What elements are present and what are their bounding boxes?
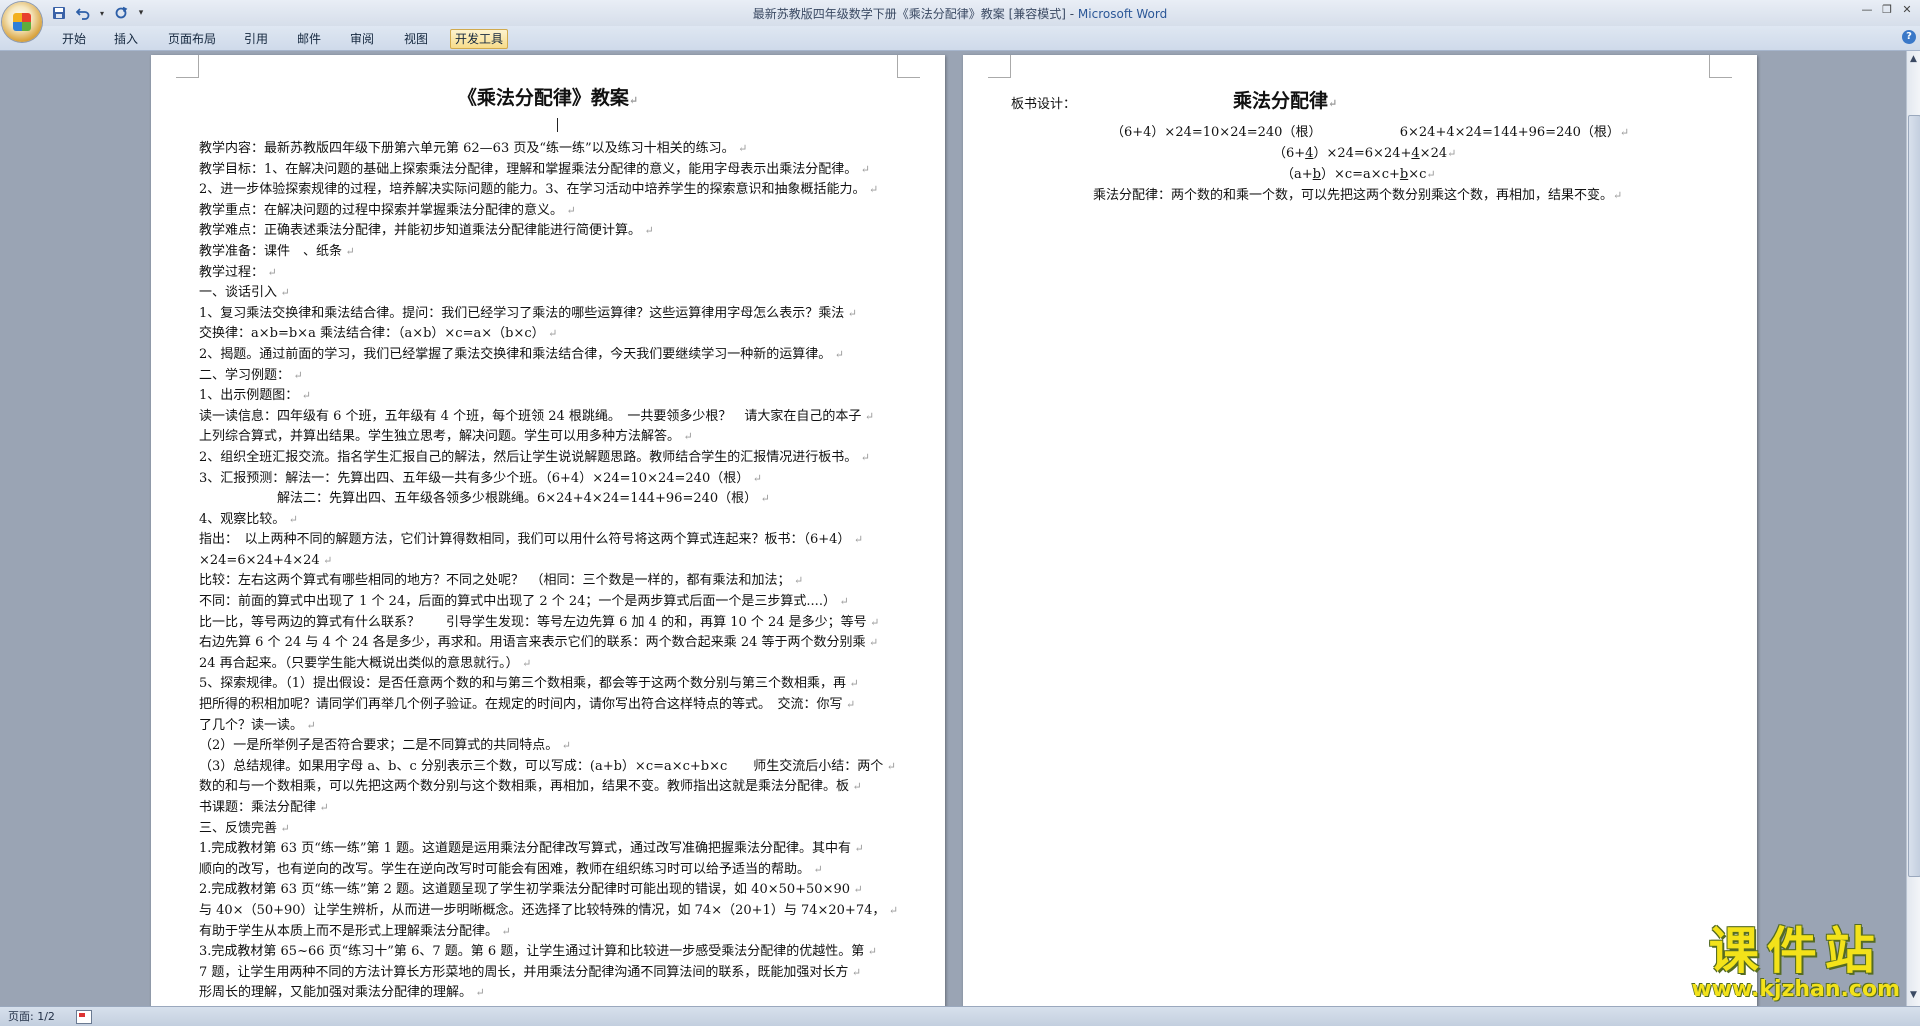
page-counter[interactable]: 页面: 1/2 <box>8 1007 55 1026</box>
document-body: 教学内容：最新苏教版四年级下册第六单元第 62—63 页及“练一练”以及练习十相… <box>199 139 899 1004</box>
watermark-text: 课件站 <box>1708 922 1883 980</box>
paragraph-line: 把所得的积相加呢？请同学们再举几个例子验证。在规定的时间内，请你写出符合这样特点… <box>199 697 856 713</box>
crop-mark <box>988 55 1011 78</box>
paragraph-line: 一、谈话引入 ↵ <box>199 285 290 301</box>
paragraph-line: 4、观察比较。 ↵ <box>199 511 298 527</box>
scroll-up-icon[interactable]: ▲ <box>1908 53 1919 66</box>
paragraph-line: 比一比，等号两边的算式有什么联系？ 引导学生发现：等号左边先算 6 加 4 的和… <box>199 614 880 630</box>
document-workspace: 《乘法分配律》教案↵ 教学内容：最新苏教版四年级下册第六单元第 62—63 页及… <box>0 51 1906 1015</box>
paragraph-line: （2）一是所举例子是否符合要求；二是不同算式的共同特点。 ↵ <box>199 738 571 754</box>
paragraph-line: 5、探索规律。（1）提出假设：是否任意两个数的和与第三个数相乘，都会等于这两个数… <box>199 676 859 692</box>
paragraph-line: 三、反馈完善 ↵ <box>199 820 290 836</box>
paragraph-line: 交换律：a×b=b×a 乘法结合律：（a×b）×c=a×（b×c） ↵ <box>199 326 558 342</box>
watermark-logo: 课件站 www.kjzhan.com <box>1691 924 1900 1002</box>
paragraph-line: 教学重点：在解决问题的过程中探索并掌握乘法分配律的意义。 ↵ <box>199 202 576 218</box>
restore-icon[interactable]: ❐ <box>1878 2 1896 18</box>
distributive-rule: 乘法分配律：两个数的和乘一个数，可以先把这两个数分别乘这个数，再相加，结果不变。… <box>1093 188 1623 203</box>
equation-line-1: （6+4）×24=10×24=240（根） 6×24+4×24=144+96=2… <box>1111 125 1630 140</box>
tab-mailings[interactable]: 邮件 <box>293 30 325 48</box>
status-bar: 页面: 1/2 <box>0 1006 1920 1026</box>
paragraph-line: 右边先算 6 个 24 与 4 个 24 各是多少，再求和。用语言来表示它们的联… <box>199 635 879 651</box>
crop-mark <box>1709 55 1732 78</box>
paragraph-line: 1、出示例题图： ↵ <box>199 388 311 404</box>
help-icon[interactable]: ? <box>1902 30 1916 44</box>
paragraph-line: 2.完成教材第 63 页“练一练”第 2 题。这道题呈现了学生初学乘法分配律时可… <box>199 882 863 898</box>
document-page-2[interactable]: 板书设计： 乘法分配律↵ （6+4）×24=10×24=240（根） 6×24+… <box>963 55 1757 1015</box>
equation-left: （6+4）×24=10×24=240（根） <box>1111 125 1322 140</box>
watermark-url: www.kjzhan.com <box>1691 977 1900 1002</box>
crop-mark <box>897 55 920 78</box>
paragraph-line: 有助于学生从本质上而不是形式上理解乘法分配律。 ↵ <box>199 923 511 939</box>
window-controls: — ❐ ✕ <box>1858 2 1916 18</box>
vertical-scrollbar[interactable]: ▲ ▼ <box>1906 51 1920 1006</box>
tab-view[interactable]: 视图 <box>400 30 432 48</box>
paragraph-line: 教学难点：正确表述乘法分配律，并能初步知道乘法分配律能进行简便计算。 ↵ <box>199 223 654 239</box>
paragraph-line: 二、学习例题： ↵ <box>199 367 303 383</box>
paragraph-line: 比较：左右这两个算式有哪些相同的地方？不同之处呢？ （相同：三个数是一样的，都有… <box>199 573 804 589</box>
app-name: Microsoft Word <box>1077 7 1168 21</box>
paragraph-line: 3、汇报预测：解法一：先算出四、五年级一共有多少个班。（6+4）×24=10×2… <box>199 470 762 486</box>
paragraph-line: 教学过程： ↵ <box>199 264 277 280</box>
window-title: 最新苏教版四年级数学下册《乘法分配律》教案 [兼容模式] - Microsoft… <box>0 5 1920 22</box>
tab-page-layout[interactable]: 页面布局 <box>164 30 220 48</box>
board-design-label: 板书设计： <box>1011 97 1077 112</box>
board-title: 乘法分配律↵ <box>1233 90 1338 112</box>
equation-line-2: （6+4）×24=6×24+4×24↵ <box>1273 146 1457 161</box>
paragraph-line: 形周长的理解，又能加强对乘法分配律的理解。 ↵ <box>199 985 485 1001</box>
paragraph-line: 2、组织全班汇报交流。指名学生汇报自己的解法，然后让学生说说解题思路。教师结合学… <box>199 449 870 465</box>
text-cursor <box>557 118 558 132</box>
paragraph-line: 读一读信息：四年级有 6 个班，五年级有 4 个班，每个班领 24 根跳绳。 一… <box>199 408 875 424</box>
tab-references[interactable]: 引用 <box>240 30 272 48</box>
paragraph-line: ×24=6×24+4×24 ↵ <box>199 552 333 568</box>
scroll-down-icon[interactable]: ▼ <box>1908 989 1919 1002</box>
equation-line-3: （a+b）×c=a×c+b×c↵ <box>1281 167 1436 182</box>
paragraph-line: （3）总结规律。如果用字母 a、b、c 分别表示三个数，可以写成：(a+b）×c… <box>199 758 897 774</box>
paragraph-line: 2、揭题。通过前面的学习，我们已经掌握了乘法交换律和乘法结合律，今天我们要继续学… <box>199 346 844 362</box>
paragraph-line: 24 再合起来。（只要学生能大概说出类似的意思就行。） ↵ <box>199 655 532 671</box>
document-name: 最新苏教版四年级数学下册《乘法分配律》教案 [兼容模式] - <box>752 7 1078 21</box>
paragraph-line: 与 40×（50+90）让学生辨析，从而进一步明晰概念。还选择了比较特殊的情况，… <box>199 902 899 918</box>
tab-developer[interactable]: 开发工具 <box>450 29 509 49</box>
paragraph-line: 1、复习乘法交换律和乘法结合律。提问：我们已经学习了乘法的哪些运算律？这些运算律… <box>199 305 857 321</box>
paragraph-line: 教学目标：1、在解决问题的基础上探索乘法分配律，理解和掌握乘法分配律的意义，能用… <box>199 161 870 177</box>
paragraph-line: 数的和与一个数相乘，可以先把这两个数分别与这个数相乘，再相加，结果不变。教师指出… <box>199 779 862 795</box>
tab-home[interactable]: 开始 <box>58 30 90 48</box>
paragraph-line: 了几个？读一读。 ↵ <box>199 717 316 733</box>
office-button-icon[interactable] <box>2 2 42 42</box>
equation-right: 6×24+4×24=144+96=240（根） <box>1399 125 1620 140</box>
paragraph-line: 书课题：乘法分配律 ↵ <box>199 800 329 815</box>
paragraph-line: 1.完成教材第 63 页“练一练”第 1 题。这道题是运用乘法分配律改写算式，通… <box>199 841 864 857</box>
paragraph-line: 2、进一步体验探索规律的过程，培养解决实际问题的能力。3、在学习活动中培养学生的… <box>199 182 879 198</box>
minimize-icon[interactable]: — <box>1858 2 1876 18</box>
tab-insert[interactable]: 插入 <box>110 30 142 48</box>
paragraph-line: 教学准备：课件 、纸条 ↵ <box>199 243 355 259</box>
title-bar: ▾ ▾ 最新苏教版四年级数学下册《乘法分配律》教案 [兼容模式] - Micro… <box>0 0 1920 26</box>
tab-review[interactable]: 审阅 <box>346 30 378 48</box>
paragraph-line: 解法二：先算出四、五年级各领多少根跳绳。6×24+4×24=144+96=240… <box>199 491 770 507</box>
scrollbar-thumb[interactable] <box>1908 115 1920 877</box>
document-title: 《乘法分配律》教案↵ <box>457 87 639 109</box>
paragraph-line: 教学内容：最新苏教版四年级下册第六单元第 62—63 页及“练一练”以及练习十相… <box>199 141 748 156</box>
paragraph-line: 顺向的改写，也有逆向的改写。学生在逆向改写时可能会有困难，教师在组织练习时可以给… <box>199 861 823 877</box>
ribbon-tab-bar: 开始 插入 页面布局 引用 邮件 审阅 视图 开发工具 <box>0 26 1920 51</box>
paragraph-line: 7 题，让学生用两种不同的方法计算长方形菜地的周长，并用乘法分配律沟通不同算法间… <box>199 964 862 980</box>
paragraph-line: 不同：前面的算式中出现了 1 个 24，后面的算式中出现了 2 个 24；一个是… <box>199 594 849 610</box>
paragraph-line: 3.完成教材第 65~66 页“练习十”第 6、7 题。第 6 题，让学生通过计… <box>199 944 877 960</box>
paragraph-line: 指出： 以上两种不同的解题方法，它们计算得数相同，我们可以用什么符号将这两个算式… <box>199 532 864 548</box>
paragraph-line: 上列综合算式，并算出结果。学生独立思考，解决问题。学生可以用多种方法解答。 ↵ <box>199 429 693 445</box>
document-page-1[interactable]: 《乘法分配律》教案↵ 教学内容：最新苏教版四年级下册第六单元第 62—63 页及… <box>151 55 945 1015</box>
proofing-icon[interactable] <box>76 1010 92 1024</box>
crop-mark <box>176 55 199 78</box>
close-icon[interactable]: ✕ <box>1898 2 1916 18</box>
